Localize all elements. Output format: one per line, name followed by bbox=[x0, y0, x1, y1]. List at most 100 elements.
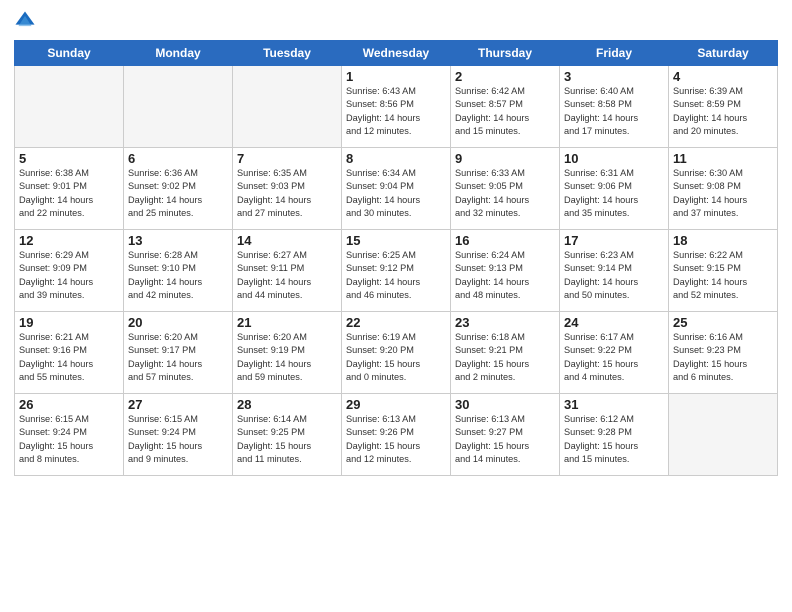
day-info: Sunrise: 6:38 AM Sunset: 9:01 PM Dayligh… bbox=[19, 167, 119, 220]
day-cell: 26Sunrise: 6:15 AM Sunset: 9:24 PM Dayli… bbox=[15, 394, 124, 476]
day-cell: 27Sunrise: 6:15 AM Sunset: 9:24 PM Dayli… bbox=[124, 394, 233, 476]
day-cell: 19Sunrise: 6:21 AM Sunset: 9:16 PM Dayli… bbox=[15, 312, 124, 394]
weekday-header-saturday: Saturday bbox=[669, 41, 778, 66]
day-info: Sunrise: 6:13 AM Sunset: 9:27 PM Dayligh… bbox=[455, 413, 555, 466]
day-info: Sunrise: 6:34 AM Sunset: 9:04 PM Dayligh… bbox=[346, 167, 446, 220]
logo-icon bbox=[14, 10, 36, 32]
day-info: Sunrise: 6:15 AM Sunset: 9:24 PM Dayligh… bbox=[19, 413, 119, 466]
day-cell bbox=[669, 394, 778, 476]
weekday-header-thursday: Thursday bbox=[451, 41, 560, 66]
day-info: Sunrise: 6:23 AM Sunset: 9:14 PM Dayligh… bbox=[564, 249, 664, 302]
day-cell: 28Sunrise: 6:14 AM Sunset: 9:25 PM Dayli… bbox=[233, 394, 342, 476]
day-info: Sunrise: 6:36 AM Sunset: 9:02 PM Dayligh… bbox=[128, 167, 228, 220]
day-number: 28 bbox=[237, 397, 337, 412]
day-cell: 18Sunrise: 6:22 AM Sunset: 9:15 PM Dayli… bbox=[669, 230, 778, 312]
day-number: 7 bbox=[237, 151, 337, 166]
day-cell: 3Sunrise: 6:40 AM Sunset: 8:58 PM Daylig… bbox=[560, 66, 669, 148]
day-number: 27 bbox=[128, 397, 228, 412]
day-cell: 8Sunrise: 6:34 AM Sunset: 9:04 PM Daylig… bbox=[342, 148, 451, 230]
day-cell: 12Sunrise: 6:29 AM Sunset: 9:09 PM Dayli… bbox=[15, 230, 124, 312]
day-number: 15 bbox=[346, 233, 446, 248]
day-number: 6 bbox=[128, 151, 228, 166]
weekday-header-friday: Friday bbox=[560, 41, 669, 66]
day-cell: 2Sunrise: 6:42 AM Sunset: 8:57 PM Daylig… bbox=[451, 66, 560, 148]
day-info: Sunrise: 6:43 AM Sunset: 8:56 PM Dayligh… bbox=[346, 85, 446, 138]
day-number: 8 bbox=[346, 151, 446, 166]
day-number: 31 bbox=[564, 397, 664, 412]
day-cell: 9Sunrise: 6:33 AM Sunset: 9:05 PM Daylig… bbox=[451, 148, 560, 230]
week-row-2: 5Sunrise: 6:38 AM Sunset: 9:01 PM Daylig… bbox=[15, 148, 778, 230]
day-number: 29 bbox=[346, 397, 446, 412]
day-number: 11 bbox=[673, 151, 773, 166]
day-cell: 14Sunrise: 6:27 AM Sunset: 9:11 PM Dayli… bbox=[233, 230, 342, 312]
day-info: Sunrise: 6:15 AM Sunset: 9:24 PM Dayligh… bbox=[128, 413, 228, 466]
day-info: Sunrise: 6:22 AM Sunset: 9:15 PM Dayligh… bbox=[673, 249, 773, 302]
day-number: 2 bbox=[455, 69, 555, 84]
day-cell: 10Sunrise: 6:31 AM Sunset: 9:06 PM Dayli… bbox=[560, 148, 669, 230]
day-number: 4 bbox=[673, 69, 773, 84]
day-cell: 15Sunrise: 6:25 AM Sunset: 9:12 PM Dayli… bbox=[342, 230, 451, 312]
day-cell: 13Sunrise: 6:28 AM Sunset: 9:10 PM Dayli… bbox=[124, 230, 233, 312]
day-number: 14 bbox=[237, 233, 337, 248]
day-info: Sunrise: 6:27 AM Sunset: 9:11 PM Dayligh… bbox=[237, 249, 337, 302]
day-cell: 7Sunrise: 6:35 AM Sunset: 9:03 PM Daylig… bbox=[233, 148, 342, 230]
day-number: 13 bbox=[128, 233, 228, 248]
day-info: Sunrise: 6:20 AM Sunset: 9:17 PM Dayligh… bbox=[128, 331, 228, 384]
day-cell: 24Sunrise: 6:17 AM Sunset: 9:22 PM Dayli… bbox=[560, 312, 669, 394]
day-number: 18 bbox=[673, 233, 773, 248]
day-number: 25 bbox=[673, 315, 773, 330]
day-number: 10 bbox=[564, 151, 664, 166]
day-cell: 6Sunrise: 6:36 AM Sunset: 9:02 PM Daylig… bbox=[124, 148, 233, 230]
day-number: 21 bbox=[237, 315, 337, 330]
day-cell: 11Sunrise: 6:30 AM Sunset: 9:08 PM Dayli… bbox=[669, 148, 778, 230]
day-cell: 22Sunrise: 6:19 AM Sunset: 9:20 PM Dayli… bbox=[342, 312, 451, 394]
day-number: 26 bbox=[19, 397, 119, 412]
day-cell: 17Sunrise: 6:23 AM Sunset: 9:14 PM Dayli… bbox=[560, 230, 669, 312]
day-number: 12 bbox=[19, 233, 119, 248]
day-info: Sunrise: 6:25 AM Sunset: 9:12 PM Dayligh… bbox=[346, 249, 446, 302]
day-info: Sunrise: 6:12 AM Sunset: 9:28 PM Dayligh… bbox=[564, 413, 664, 466]
day-cell: 23Sunrise: 6:18 AM Sunset: 9:21 PM Dayli… bbox=[451, 312, 560, 394]
day-info: Sunrise: 6:21 AM Sunset: 9:16 PM Dayligh… bbox=[19, 331, 119, 384]
day-number: 24 bbox=[564, 315, 664, 330]
day-info: Sunrise: 6:39 AM Sunset: 8:59 PM Dayligh… bbox=[673, 85, 773, 138]
day-number: 17 bbox=[564, 233, 664, 248]
logo bbox=[14, 10, 40, 32]
day-cell: 16Sunrise: 6:24 AM Sunset: 9:13 PM Dayli… bbox=[451, 230, 560, 312]
weekday-header-monday: Monday bbox=[124, 41, 233, 66]
day-info: Sunrise: 6:19 AM Sunset: 9:20 PM Dayligh… bbox=[346, 331, 446, 384]
day-number: 16 bbox=[455, 233, 555, 248]
day-cell: 20Sunrise: 6:20 AM Sunset: 9:17 PM Dayli… bbox=[124, 312, 233, 394]
calendar-table: SundayMondayTuesdayWednesdayThursdayFrid… bbox=[14, 40, 778, 476]
day-cell bbox=[233, 66, 342, 148]
week-row-3: 12Sunrise: 6:29 AM Sunset: 9:09 PM Dayli… bbox=[15, 230, 778, 312]
day-number: 5 bbox=[19, 151, 119, 166]
weekday-header-wednesday: Wednesday bbox=[342, 41, 451, 66]
day-cell: 30Sunrise: 6:13 AM Sunset: 9:27 PM Dayli… bbox=[451, 394, 560, 476]
day-cell: 29Sunrise: 6:13 AM Sunset: 9:26 PM Dayli… bbox=[342, 394, 451, 476]
day-cell bbox=[124, 66, 233, 148]
day-number: 30 bbox=[455, 397, 555, 412]
weekday-header-tuesday: Tuesday bbox=[233, 41, 342, 66]
day-info: Sunrise: 6:40 AM Sunset: 8:58 PM Dayligh… bbox=[564, 85, 664, 138]
day-cell: 1Sunrise: 6:43 AM Sunset: 8:56 PM Daylig… bbox=[342, 66, 451, 148]
day-number: 22 bbox=[346, 315, 446, 330]
week-row-5: 26Sunrise: 6:15 AM Sunset: 9:24 PM Dayli… bbox=[15, 394, 778, 476]
day-info: Sunrise: 6:28 AM Sunset: 9:10 PM Dayligh… bbox=[128, 249, 228, 302]
day-info: Sunrise: 6:33 AM Sunset: 9:05 PM Dayligh… bbox=[455, 167, 555, 220]
day-number: 9 bbox=[455, 151, 555, 166]
day-info: Sunrise: 6:35 AM Sunset: 9:03 PM Dayligh… bbox=[237, 167, 337, 220]
day-info: Sunrise: 6:18 AM Sunset: 9:21 PM Dayligh… bbox=[455, 331, 555, 384]
day-number: 1 bbox=[346, 69, 446, 84]
day-cell: 25Sunrise: 6:16 AM Sunset: 9:23 PM Dayli… bbox=[669, 312, 778, 394]
day-cell bbox=[15, 66, 124, 148]
header bbox=[14, 10, 778, 32]
day-info: Sunrise: 6:16 AM Sunset: 9:23 PM Dayligh… bbox=[673, 331, 773, 384]
day-number: 20 bbox=[128, 315, 228, 330]
day-cell: 5Sunrise: 6:38 AM Sunset: 9:01 PM Daylig… bbox=[15, 148, 124, 230]
day-info: Sunrise: 6:42 AM Sunset: 8:57 PM Dayligh… bbox=[455, 85, 555, 138]
day-info: Sunrise: 6:31 AM Sunset: 9:06 PM Dayligh… bbox=[564, 167, 664, 220]
day-info: Sunrise: 6:24 AM Sunset: 9:13 PM Dayligh… bbox=[455, 249, 555, 302]
day-info: Sunrise: 6:30 AM Sunset: 9:08 PM Dayligh… bbox=[673, 167, 773, 220]
day-info: Sunrise: 6:17 AM Sunset: 9:22 PM Dayligh… bbox=[564, 331, 664, 384]
